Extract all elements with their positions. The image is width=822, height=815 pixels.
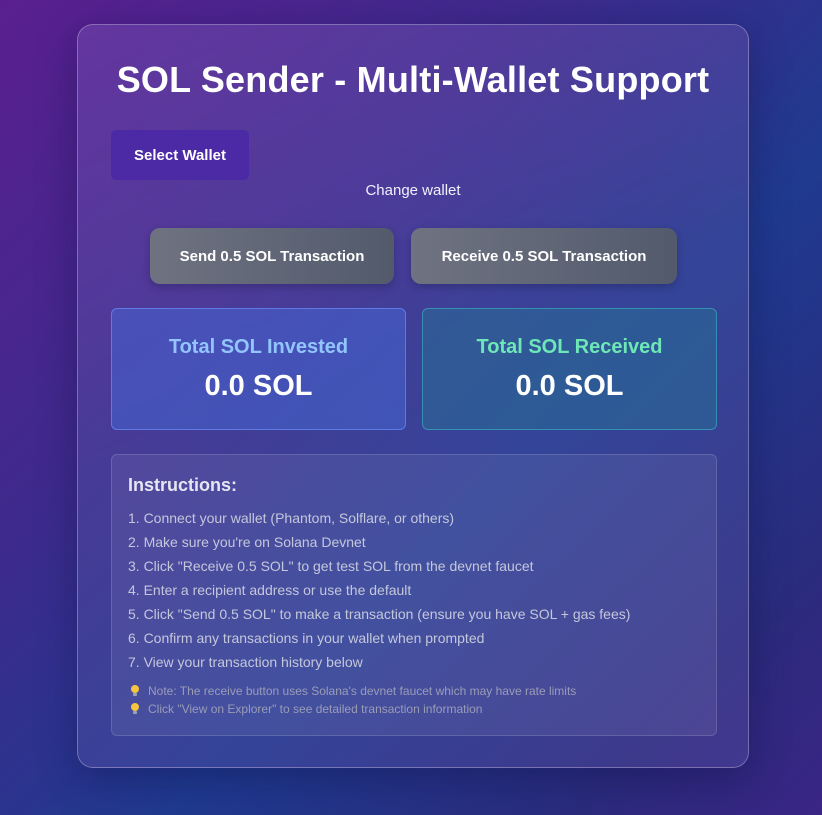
- instruction-step: 5. Click "Send 0.5 SOL" to make a transa…: [128, 606, 631, 622]
- note-text: Note: The receive button uses Solana's d…: [148, 684, 577, 698]
- lightbulb-icon: [130, 702, 140, 716]
- change-wallet-label: Change wallet: [365, 182, 461, 199]
- instruction-step: 4. Enter a recipient address or use the …: [128, 582, 412, 598]
- note-item: Note: The receive button uses Solana's d…: [130, 682, 576, 700]
- total-received-value: 0.0 SOL: [515, 370, 624, 402]
- instruction-step: 3. Click "Receive 0.5 SOL" to get test S…: [128, 558, 534, 574]
- page-title: SOL Sender - Multi-Wallet Support: [116, 59, 710, 100]
- instructions-title: Instructions:: [128, 475, 238, 495]
- note-item: Click "View on Explorer" to see detailed…: [130, 700, 576, 718]
- total-received-label: Total SOL Received: [476, 336, 663, 358]
- total-invested-card: Total SOL Invested 0.0 SOL: [111, 308, 406, 430]
- instruction-step: 7. View your transaction history below: [128, 654, 363, 670]
- send-transaction-button[interactable]: Send 0.5 SOL Transaction: [150, 228, 394, 284]
- instructions-panel: Instructions: 1. Connect your wallet (Ph…: [111, 454, 717, 736]
- lightbulb-icon: [130, 684, 140, 698]
- notes: Note: The receive button uses Solana's d…: [130, 682, 576, 718]
- note-text: Click "View on Explorer" to see detailed…: [148, 702, 483, 716]
- instruction-step: 6. Confirm any transactions in your wall…: [128, 630, 485, 646]
- instructions-list: 1. Connect your wallet (Phantom, Solflar…: [128, 508, 630, 676]
- total-invested-value: 0.0 SOL: [204, 370, 313, 402]
- instruction-step: 1. Connect your wallet (Phantom, Solflar…: [128, 510, 455, 526]
- main-card: SOL Sender - Multi-Wallet Support Select…: [77, 24, 749, 768]
- total-invested-label: Total SOL Invested: [168, 336, 349, 358]
- receive-transaction-button[interactable]: Receive 0.5 SOL Transaction: [411, 228, 677, 284]
- select-wallet-button[interactable]: Select Wallet: [111, 130, 249, 180]
- instruction-step: 2. Make sure you're on Solana Devnet: [128, 534, 366, 550]
- total-received-card: Total SOL Received 0.0 SOL: [422, 308, 717, 430]
